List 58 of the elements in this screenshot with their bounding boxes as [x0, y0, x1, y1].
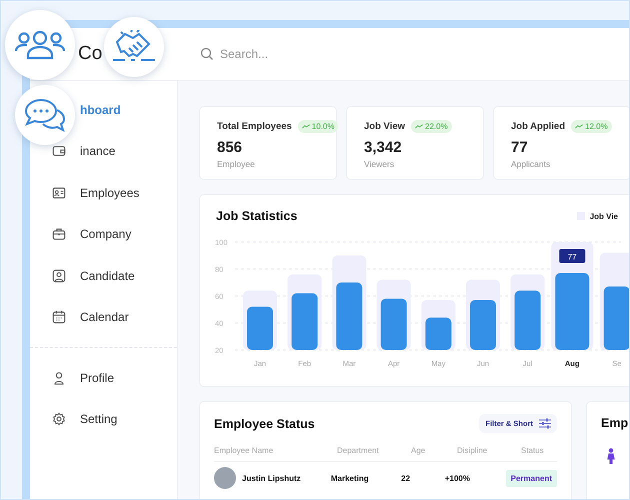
briefcase-icon: [52, 227, 66, 242]
bar: [470, 300, 496, 350]
chart-title: Job Statistics: [216, 209, 298, 223]
calendar-icon: [52, 310, 66, 324]
chat-bubbles-icon: [24, 98, 66, 132]
sidebar-item[interactable]: Profile: [80, 370, 114, 385]
column-header: Department: [337, 446, 380, 454]
change-badge: 22.0%: [411, 120, 452, 133]
column-header: Age: [411, 446, 426, 454]
id-card-icon: [52, 186, 66, 200]
logo-text: Co: [78, 43, 102, 64]
sidebar-item[interactable]: Company: [80, 227, 132, 242]
profile-icon: [52, 370, 66, 385]
table-cell: Justin Lipshutz: [242, 474, 301, 482]
stat-unit: Applicants: [511, 159, 552, 169]
table-cell-text: Marketing: [330, 474, 370, 482]
bar: [380, 298, 407, 350]
wallet-icon: [52, 144, 66, 158]
column-header: Disipline: [457, 446, 488, 454]
table-cell-text: 22: [401, 474, 412, 482]
column-header: Employee Name: [214, 446, 274, 454]
stat-unit: Viewers: [364, 159, 396, 169]
sidebar-item[interactable]: Employees: [80, 186, 140, 200]
change-badge: 10.0%: [298, 120, 338, 133]
sidebar-item[interactable]: inance: [80, 144, 116, 158]
card-title: Emp: [601, 416, 629, 430]
person-frame-icon: [52, 268, 66, 283]
bar: [247, 306, 273, 350]
value-tooltip: 77: [559, 249, 586, 264]
change-badge: 12.0%: [571, 120, 612, 133]
table-cell-text: +100%: [444, 474, 471, 482]
handshake-icon: [111, 30, 157, 64]
sidebar-item[interactable]: hboard: [80, 102, 121, 117]
settings-icon: [52, 412, 66, 426]
stat-unit: Employee: [217, 159, 256, 169]
stat-value: 77: [511, 139, 529, 156]
bar: [514, 290, 541, 350]
sliders-icon: [539, 418, 551, 429]
card-title: Employee Status: [214, 416, 315, 430]
search-icon: [200, 47, 214, 61]
legend-label: Job Vie: [590, 212, 618, 220]
stat-value: 856: [217, 139, 244, 156]
stat-value: 3,342: [364, 139, 403, 156]
column-header: Status: [521, 446, 545, 454]
stat-title: Total Employees: [217, 121, 292, 132]
annotation: 77: [568, 252, 578, 262]
bar: [336, 282, 362, 350]
people-group-icon: [14, 30, 66, 60]
stat-title: Job Applied: [511, 121, 566, 132]
bar: [292, 293, 318, 350]
sidebar-item[interactable]: Setting: [80, 412, 118, 426]
sidebar-item[interactable]: Calendar: [80, 310, 129, 324]
sidebar-item[interactable]: Candidate: [80, 268, 135, 283]
stat-title: Job View: [364, 121, 406, 132]
avatar-placeholder: [214, 467, 236, 489]
status-badge: Permanent: [506, 470, 557, 486]
person-icon: [607, 448, 615, 464]
search-field[interactable]: Search...: [220, 45, 380, 63]
